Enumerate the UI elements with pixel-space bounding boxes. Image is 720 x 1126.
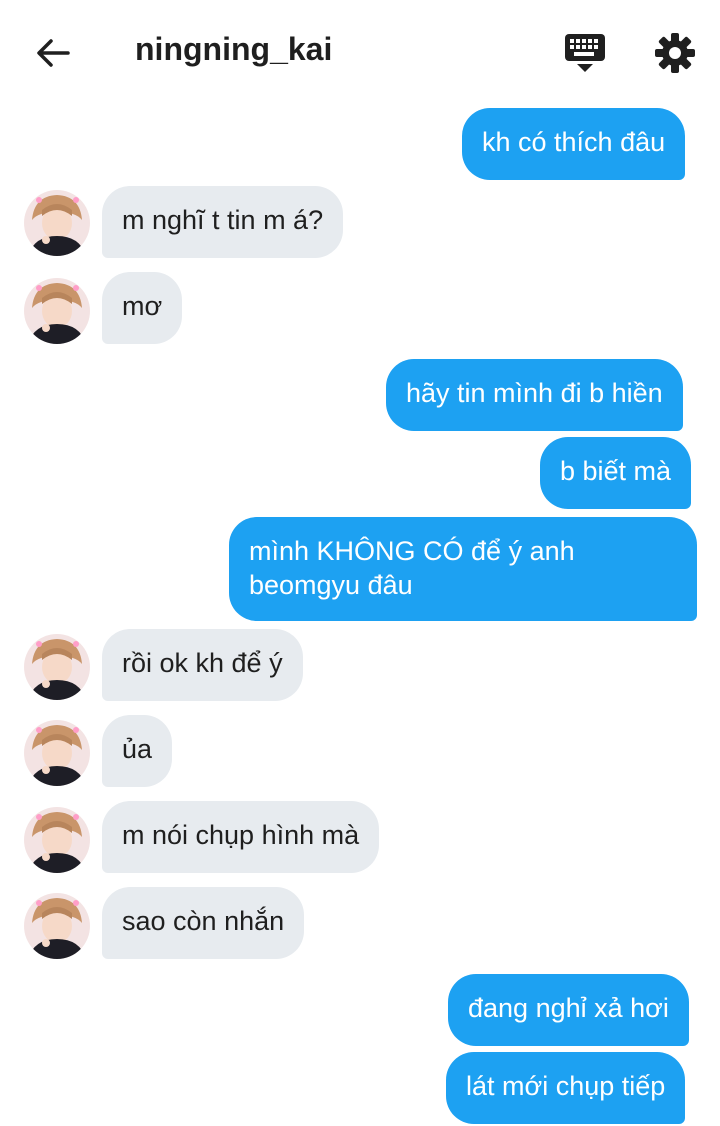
incoming-message[interactable]: ủa (102, 715, 173, 787)
contact-avatar[interactable] (24, 720, 90, 786)
incoming-message[interactable]: m nghĩ t tin m á? (102, 186, 344, 258)
outgoing-message[interactable]: lát mới chụp tiếp (446, 1052, 686, 1124)
contact-avatar[interactable] (24, 634, 90, 700)
back-arrow-icon[interactable] (34, 34, 72, 72)
chat-header: ningning_kai (0, 0, 720, 100)
gear-icon[interactable] (652, 30, 698, 76)
incoming-message[interactable]: rồi ok kh để ý (102, 629, 303, 701)
incoming-message[interactable]: m nói chụp hình mà (102, 801, 380, 873)
outgoing-message[interactable]: hãy tin mình đi b hiền (386, 359, 683, 431)
contact-avatar[interactable] (24, 190, 90, 256)
outgoing-message[interactable]: b biết mà (540, 437, 692, 509)
chat-title: ningning_kai (135, 31, 333, 67)
incoming-message[interactable]: mơ (102, 272, 183, 344)
incoming-message[interactable]: sao còn nhắn (102, 887, 305, 959)
outgoing-message[interactable]: đang nghỉ xả hơi (448, 974, 689, 1046)
contact-avatar[interactable] (24, 893, 90, 959)
outgoing-message[interactable]: mình KHÔNG CÓ để ý anh beomgyu đâu (229, 517, 697, 621)
contact-avatar[interactable] (24, 807, 90, 873)
keyboard-icon[interactable] (562, 30, 608, 76)
outgoing-message[interactable]: kh có thích đâu (462, 108, 686, 180)
contact-avatar[interactable] (24, 278, 90, 344)
